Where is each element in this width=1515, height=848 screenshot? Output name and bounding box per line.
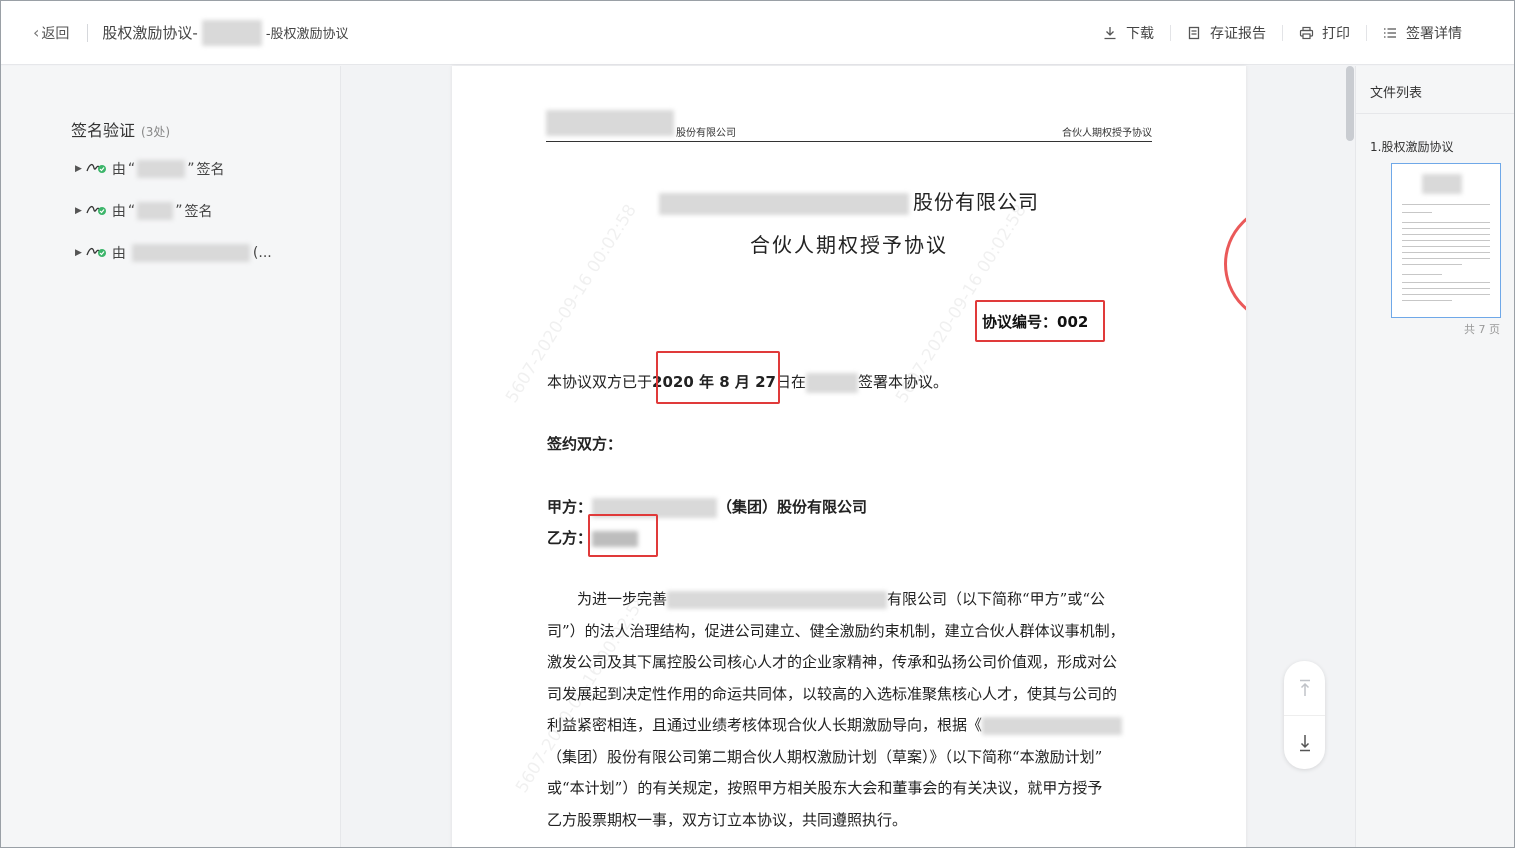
redacted-company	[982, 717, 1123, 735]
highlight-box-party-b	[588, 514, 658, 557]
signature-item[interactable]: ▶ 由 “ ” 签名	[75, 159, 224, 179]
highlight-box-sign-date	[656, 351, 780, 404]
company-name-text: 股份有限公司	[913, 190, 1039, 214]
page-count: 共 7 页	[1464, 323, 1500, 336]
header-actions: 下载 存证报告 打印 签署详情	[1086, 1, 1478, 65]
document-page: 5607-2020-09-16 00:02:58 5607-2020-09-16…	[452, 66, 1246, 847]
quote-close: ”	[187, 161, 195, 177]
file-list-panel: 文件列表 1.股权激励协议 共 7 页	[1355, 66, 1514, 847]
report-icon	[1186, 25, 1202, 41]
body-line: 乙方股票期权一事，双方订立本协议，共同遵照执行。	[547, 810, 908, 829]
print-button[interactable]: 打印	[1282, 23, 1366, 43]
file-list-item[interactable]: 1.股权激励协议	[1370, 138, 1453, 155]
expand-triangle-icon[interactable]: ▶	[75, 206, 82, 216]
header-divider	[87, 23, 89, 42]
signature-count: (3处)	[141, 125, 171, 139]
scroll-top-button[interactable]	[1284, 661, 1325, 715]
title-prefix: 股权激励协议-	[102, 24, 198, 42]
document-scrollbar[interactable]	[1346, 66, 1354, 141]
sign-sentence-mid: 日在	[775, 373, 806, 391]
company-name: 股份有限公司	[452, 186, 1246, 215]
page-header: 股份有限公司 合伙人期权授予协议	[546, 110, 1152, 142]
download-label: 下载	[1126, 26, 1154, 42]
file-list-title: 文件列表	[1370, 86, 1423, 101]
body-line: 激发公司及其下属控股公司核心人才的企业家精神，传承和弘扬公司价值观，形成对公	[547, 653, 1118, 671]
body-line: （集团）股份有限公司第二期合伙人期权激励计划（草案）》（以下简称“本激励计划”	[547, 747, 1103, 766]
body-line-text: 有限公司（以下简称“甲方”或“公	[887, 590, 1106, 608]
print-label: 打印	[1322, 26, 1350, 42]
signature-verification-title: 签名验证 (3处)	[71, 117, 170, 141]
evidence-report-button[interactable]: 存证报告	[1170, 23, 1282, 43]
evidence-report-label: 存证报告	[1210, 26, 1266, 42]
signer-suffix: 签名	[196, 162, 225, 178]
sign-sentence-post: 签署本协议。	[857, 373, 948, 391]
signing-details-button[interactable]: 签署详情	[1366, 23, 1478, 43]
scroll-buttons	[1284, 661, 1325, 769]
chevron-left-icon: ‹	[33, 23, 40, 42]
redacted-signer	[137, 160, 186, 178]
signature-valid-icon	[86, 160, 108, 178]
redacted-signer	[137, 202, 174, 220]
body-line-text: 利益紧密相连，且通过业绩考核体现合伙人长期激励导向，根据《	[547, 716, 983, 734]
highlight-box-agreement-number	[975, 300, 1105, 342]
parties-label: 签约双方：	[547, 435, 623, 453]
redacted-location	[805, 373, 858, 393]
list-icon	[1382, 25, 1398, 41]
signature-panel	[1, 66, 341, 847]
signature-valid-icon	[86, 202, 108, 220]
redacted-company	[667, 591, 888, 609]
page-thumbnail[interactable]	[1391, 163, 1501, 318]
redacted-company	[546, 110, 674, 136]
signature-verification-label: 签名验证	[71, 121, 136, 140]
page-header-left: 股份有限公司	[676, 128, 736, 139]
app-window: ‹ 返回 股权激励协议- -股权激励协议 下载 存证报告 打印 签署详情 签名验…	[0, 0, 1515, 848]
agreement-title: 合伙人期权授予协议	[750, 233, 948, 257]
back-label: 返回	[41, 25, 70, 42]
quote-open: “	[127, 161, 136, 177]
redacted-thumbnail	[1422, 174, 1462, 194]
body-line: 司”）的法人治理结构，促进公司建立、健全激励约束机制，建立合伙人群体议事机制，	[547, 621, 1125, 640]
signer-suffix: 签名	[184, 204, 213, 220]
quote-close: ”	[175, 203, 183, 219]
signature-item[interactable]: ▶ 由 “ ” 签名	[75, 201, 212, 221]
arrow-down-to-bottom-icon	[1299, 734, 1310, 751]
arrow-up-to-top-icon	[1299, 679, 1310, 696]
expand-triangle-icon[interactable]: ▶	[75, 248, 82, 258]
print-icon	[1298, 25, 1314, 41]
expand-triangle-icon[interactable]: ▶	[75, 164, 82, 174]
party-b-label: 乙方：	[547, 529, 593, 547]
signer-suffix: (...	[252, 245, 272, 261]
body-line: 司发展起到决定性作用的命运共同体，以较高的入选标准聚焦核心人才，使其与公司的	[547, 684, 1118, 703]
company-seal	[1224, 204, 1246, 324]
page-header-right: 合伙人期权授予协议	[1062, 128, 1152, 139]
signer-prefix: 由	[111, 246, 126, 262]
sign-sentence-pre: 本协议双方已于	[547, 373, 653, 391]
redacted-signer	[131, 244, 250, 262]
redacted-name	[201, 19, 262, 46]
document-title: 股权激励协议- -股权激励协议	[102, 19, 349, 46]
body-line: 利益紧密相连，且通过业绩考核体现合伙人长期激励导向，根据《	[547, 710, 1157, 742]
party-a-label: 甲方：	[547, 498, 593, 516]
party-a-suffix: （集团）股份有限公司	[717, 498, 868, 516]
signer-prefix: 由	[111, 162, 126, 178]
signer-prefix: 由	[111, 204, 126, 220]
download-icon	[1102, 25, 1118, 41]
signature-item[interactable]: ▶ 由 (...	[75, 243, 272, 263]
scroll-bottom-button[interactable]	[1284, 715, 1325, 769]
panel-divider	[1356, 113, 1514, 114]
agreement-body: 为进一步完善 有限公司（以下简称“甲方”或“公 司”）的法人治理结构，促进公司建立…	[547, 584, 1157, 836]
quote-open: “	[127, 203, 136, 219]
signing-details-label: 签署详情	[1406, 26, 1462, 42]
top-bar: ‹ 返回 股权激励协议- -股权激励协议 下载 存证报告 打印 签署详情	[1, 1, 1514, 65]
back-button[interactable]: ‹ 返回	[33, 23, 69, 43]
title-suffix: -股权激励协议	[265, 27, 349, 42]
body-line: 为进一步完善 有限公司（以下简称“甲方”或“公	[547, 584, 1157, 616]
body-line-text: 为进一步完善	[577, 590, 668, 608]
body-line: 或“本计划”）的有关规定，按照甲方相关股东大会和董事会的有关决议，就甲方授予	[547, 779, 1103, 797]
download-button[interactable]: 下载	[1086, 23, 1170, 43]
redacted-company	[659, 192, 909, 215]
signature-valid-icon	[86, 244, 108, 262]
